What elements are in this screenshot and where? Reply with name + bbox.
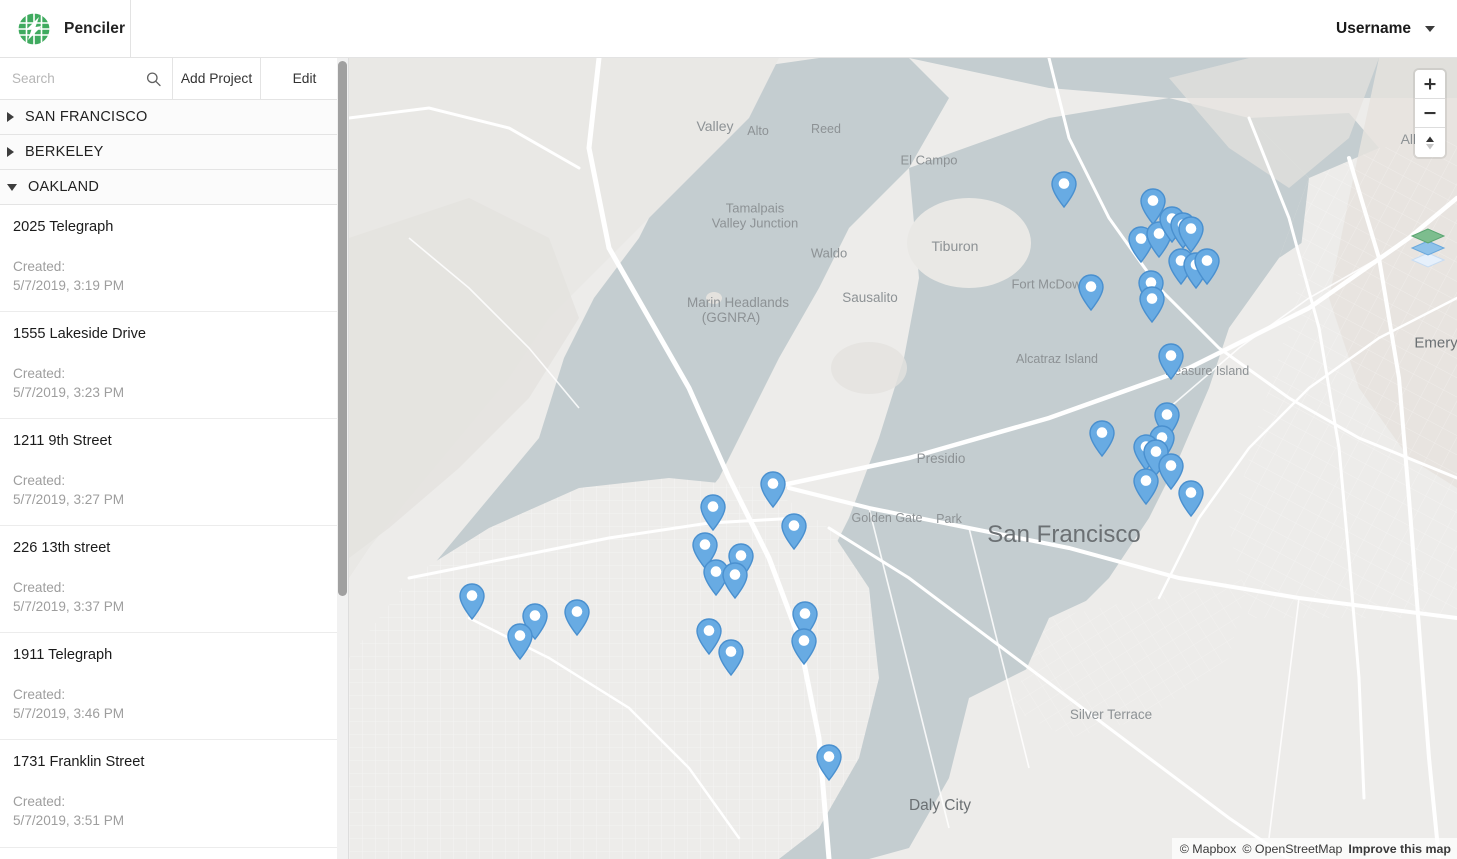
map-marker[interactable] xyxy=(816,744,843,786)
triangle-right-icon xyxy=(7,147,14,157)
sidebar-toolbar: Add Project Edit xyxy=(0,58,348,100)
zoom-out-button[interactable] xyxy=(1415,99,1445,128)
project-created-value: 5/7/2019, 3:51 PM xyxy=(13,813,125,829)
project-title: 1911 Telegraph xyxy=(13,647,113,664)
map-marker[interactable] xyxy=(507,623,534,665)
project-created-value: 5/7/2019, 3:37 PM xyxy=(13,599,125,615)
user-menu-button[interactable]: Username xyxy=(1318,0,1457,57)
brand[interactable]: Penciler xyxy=(0,0,131,57)
sidebar-group-oakland[interactable]: OAKLAND xyxy=(0,170,348,205)
project-created-value: 5/7/2019, 3:46 PM xyxy=(13,706,125,722)
compass-button[interactable] xyxy=(1415,128,1445,157)
project-list-item[interactable]: 1211 9th Street Created: 5/7/2019, 3:27 … xyxy=(0,419,348,527)
project-title: 1211 9th Street xyxy=(13,433,112,450)
globe-logo-icon xyxy=(17,11,51,46)
project-created-value: 5/7/2019, 3:23 PM xyxy=(13,384,125,400)
map-marker[interactable] xyxy=(1051,171,1078,213)
project-created-label: Created: xyxy=(13,579,66,595)
sidebar-group-label: BERKELEY xyxy=(25,144,104,160)
map-view[interactable]: Valley Alto Reed El Campo Tamalpais Vall… xyxy=(349,58,1457,859)
project-created-value: 5/7/2019, 3:27 PM xyxy=(13,491,125,507)
project-title: 1555 Lakeside Drive xyxy=(13,326,147,343)
layers-icon xyxy=(1410,228,1446,268)
map-marker[interactable] xyxy=(1139,286,1166,328)
plus-icon xyxy=(1424,78,1436,90)
triangle-down-icon xyxy=(7,183,17,191)
map-canvas xyxy=(349,58,1457,859)
map-marker[interactable] xyxy=(1194,248,1221,290)
top-bar-spacer xyxy=(131,0,1318,57)
sidebar-scroll-area[interactable]: SAN FRANCISCO BERKELEY OAKLAND 2025 Tele… xyxy=(0,100,348,859)
project-list-item[interactable]: 1911 Telegraph Created: 5/7/2019, 3:46 P… xyxy=(0,633,348,741)
map-marker[interactable] xyxy=(1078,274,1105,316)
project-title: 1731 Franklin Street xyxy=(13,754,145,771)
map-marker[interactable] xyxy=(564,599,591,641)
add-project-button[interactable]: Add Project xyxy=(173,58,261,99)
map-marker[interactable] xyxy=(700,494,727,536)
triangle-right-icon xyxy=(7,112,14,122)
project-created-label: Created: xyxy=(13,365,66,381)
map-attribution: © Mapbox © OpenStreetMap Improve this ma… xyxy=(1171,838,1457,859)
attribution-mapbox[interactable]: © Mapbox xyxy=(1180,842,1237,856)
user-menu-label: Username xyxy=(1336,19,1411,37)
map-marker[interactable] xyxy=(1133,468,1160,510)
minus-icon xyxy=(1424,112,1436,115)
sidebar-group-san-francisco[interactable]: SAN FRANCISCO xyxy=(0,100,348,135)
project-created-label: Created: xyxy=(13,686,66,702)
search-field-wrap xyxy=(0,58,173,99)
project-created-value: 5/7/2019, 3:19 PM xyxy=(13,277,125,293)
map-marker[interactable] xyxy=(1158,343,1185,385)
project-title: 2025 Telegraph xyxy=(13,219,114,235)
sidebar-scrollbar-thumb[interactable] xyxy=(338,61,347,596)
compass-icon xyxy=(1426,136,1434,149)
project-list-item[interactable]: 2855 broadway Created: 5/7/2019, 3:56 PM xyxy=(0,847,348,859)
project-created-label: Created: xyxy=(13,258,66,274)
map-marker[interactable] xyxy=(459,583,486,625)
map-marker[interactable] xyxy=(781,513,808,555)
zoom-in-button[interactable] xyxy=(1415,70,1445,99)
attribution-osm[interactable]: © OpenStreetMap xyxy=(1242,842,1342,856)
edit-button[interactable]: Edit xyxy=(261,58,348,99)
sidebar: Add Project Edit SAN FRANCISCO BERKELEY … xyxy=(0,58,349,859)
layers-button[interactable] xyxy=(1407,226,1449,268)
project-list-item[interactable]: 1731 Franklin Street Created: 5/7/2019, … xyxy=(0,740,348,848)
app-root: Penciler Username Add Project Edit xyxy=(0,0,1457,859)
improve-this-map-link[interactable]: Improve this map xyxy=(1348,842,1451,856)
chevron-down-icon xyxy=(1425,25,1435,32)
brand-name: Penciler xyxy=(64,19,126,37)
sidebar-scrollbar-track[interactable] xyxy=(337,58,348,859)
map-marker[interactable] xyxy=(1178,480,1205,522)
sidebar-group-berkeley[interactable]: BERKELEY xyxy=(0,135,348,170)
project-list-item[interactable]: 2025 Telegraph Created: 5/7/2019, 3:19 P… xyxy=(0,205,348,313)
project-created-label: Created: xyxy=(13,793,66,809)
map-marker[interactable] xyxy=(722,562,749,604)
sidebar-group-label: SAN FRANCISCO xyxy=(25,109,148,125)
sidebar-group-label: OAKLAND xyxy=(28,179,100,195)
map-marker[interactable] xyxy=(718,639,745,681)
top-bar: Penciler Username xyxy=(0,0,1457,58)
project-title: 226 13th street xyxy=(13,540,111,557)
project-list-item[interactable]: 226 13th street Created: 5/7/2019, 3:37 … xyxy=(0,526,348,634)
project-list-item[interactable]: 1555 Lakeside Drive Created: 5/7/2019, 3… xyxy=(0,312,348,420)
map-marker[interactable] xyxy=(1089,420,1116,462)
map-zoom-controls xyxy=(1415,70,1445,157)
project-created-label: Created: xyxy=(13,472,66,488)
map-marker[interactable] xyxy=(791,628,818,670)
search-input[interactable] xyxy=(0,58,172,99)
map-marker[interactable] xyxy=(760,471,787,513)
